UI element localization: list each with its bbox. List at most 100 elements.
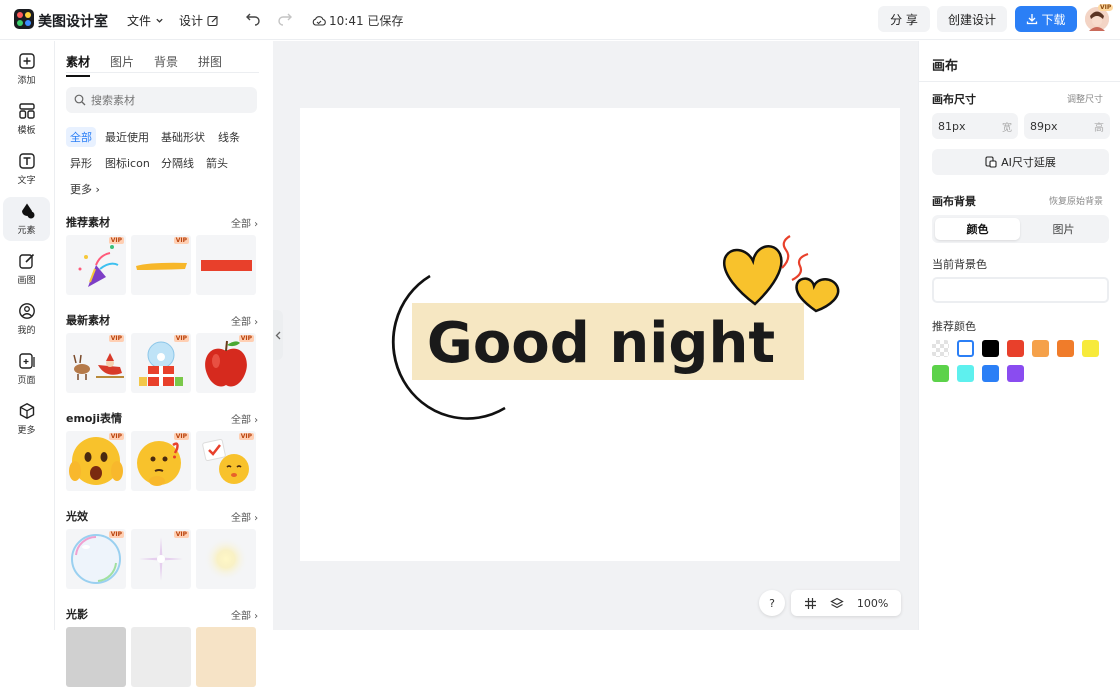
rail-item-elements[interactable]: 元素 <box>3 197 50 241</box>
color-swatch[interactable] <box>932 365 949 382</box>
top-bar: 美图设计室 文件 设计 10:41 已保存 分 享 创建设计 下载 VIP <box>0 0 1120 40</box>
color-swatch[interactable] <box>957 365 974 382</box>
good-night-text[interactable]: Good night <box>427 311 775 376</box>
asset-thumb-shadow[interactable] <box>131 627 191 687</box>
asset-thumb-sparkle[interactable]: VIP <box>131 529 191 589</box>
color-swatch[interactable] <box>957 340 974 357</box>
section-title: 最新素材 <box>66 314 110 327</box>
seg-image[interactable]: 图片 <box>1021 218 1106 240</box>
zoom-level[interactable]: 100% <box>857 597 888 610</box>
see-all-link[interactable]: 全部 › <box>231 607 258 622</box>
asset-panel: 素材 图片 背景 拼图 全部 最近使用 基础形状 线条 异形 图标icon 分隔… <box>55 41 273 687</box>
heart-large-shape[interactable] <box>722 245 783 306</box>
file-menu-label: 文件 <box>127 14 152 28</box>
rail-item-add[interactable]: 添加 <box>3 47 50 91</box>
search-input[interactable] <box>91 93 241 107</box>
undo-icon[interactable] <box>245 10 261 26</box>
see-all-link[interactable]: 全部 › <box>231 215 258 230</box>
ai-resize-label: AI尺寸延展 <box>1001 156 1056 169</box>
tab-images[interactable]: 图片 <box>110 53 134 77</box>
layers-icon[interactable] <box>829 597 844 610</box>
asset-thumb-reindeer-sleigh[interactable]: VIP <box>66 333 126 393</box>
avatar[interactable]: VIP <box>1085 4 1114 31</box>
chip-recent[interactable]: 最近使用 <box>101 127 153 147</box>
width-field[interactable]: 81px 宽 <box>932 113 1018 139</box>
color-swatch[interactable] <box>1007 340 1024 357</box>
rail-item-more[interactable]: 更多 <box>3 397 50 441</box>
recommend-color-label: 推荐颜色 <box>932 320 976 333</box>
asset-thumb-emoji-sign[interactable]: VIP <box>196 431 256 491</box>
height-value[interactable]: 89px <box>1030 120 1058 133</box>
asset-thumb-emoji-shocked[interactable]: VIP <box>66 431 126 491</box>
text-icon <box>18 153 35 169</box>
ai-expand-icon <box>985 156 997 168</box>
share-button[interactable]: 分 享 <box>878 6 930 32</box>
rail-item-pages[interactable]: 页面 <box>3 347 50 391</box>
vip-tag: VIP <box>238 433 254 440</box>
red-bar-image <box>201 260 252 271</box>
color-swatch[interactable] <box>932 340 949 357</box>
seg-color[interactable]: 颜色 <box>935 218 1020 240</box>
resize-link[interactable]: 调整尺寸 <box>1067 92 1103 105</box>
see-all-link[interactable]: 全部 › <box>231 411 258 426</box>
rail-item-text[interactable]: 文字 <box>3 147 50 191</box>
chip-more[interactable]: 更多 › <box>66 179 104 199</box>
height-field[interactable]: 89px 高 <box>1024 113 1110 139</box>
asset-thumb-shadow[interactable] <box>66 627 126 687</box>
restore-bg-link[interactable]: 恢复原始背景 <box>1049 194 1103 207</box>
cube-icon <box>19 403 34 419</box>
color-swatch[interactable] <box>1007 365 1024 382</box>
see-all-link[interactable]: 全部 › <box>231 313 258 328</box>
chip-basic-shapes[interactable]: 基础形状 <box>157 127 209 147</box>
properties-panel: 画布 画布尺寸 调整尺寸 81px 宽 89px 高 AI尺寸延展 画布背景 恢… <box>918 41 1120 630</box>
redo-icon[interactable] <box>277 10 293 26</box>
rail-item-templates[interactable]: 模板 <box>3 97 50 141</box>
rail-item-mine[interactable]: 我的 <box>3 297 50 341</box>
asset-thumb-shadow[interactable] <box>196 627 256 687</box>
help-button[interactable]: ? <box>759 590 785 616</box>
see-all-link[interactable]: 全部 › <box>231 509 258 524</box>
file-menu[interactable]: 文件 <box>127 12 164 29</box>
ai-resize-button[interactable]: AI尺寸延展 <box>932 149 1109 175</box>
rail-item-draw[interactable]: 画图 <box>3 247 50 291</box>
search-box[interactable] <box>66 87 257 113</box>
design-menu-label: 设计 <box>179 14 204 28</box>
thinking-emoji-image <box>137 441 181 486</box>
asset-thumb-red-bar[interactable] <box>196 235 256 295</box>
app-logo-icon[interactable] <box>14 9 34 29</box>
design-menu[interactable]: 设计 <box>179 12 219 29</box>
color-swatch[interactable] <box>982 365 999 382</box>
color-swatch[interactable] <box>1057 340 1074 357</box>
current-bg-color-field[interactable] <box>932 277 1109 303</box>
chip-icons[interactable]: 图标icon <box>101 153 154 173</box>
width-value[interactable]: 81px <box>938 120 966 133</box>
chip-arrows[interactable]: 箭头 <box>202 153 232 173</box>
chip-dividers[interactable]: 分隔线 <box>157 153 198 173</box>
yellow-glow-image <box>204 537 248 581</box>
asset-thumb-emoji-thinking[interactable]: VIP <box>131 431 191 491</box>
download-button[interactable]: 下载 <box>1015 6 1077 32</box>
asset-thumb-glow[interactable] <box>196 529 256 589</box>
asset-thumb-snow-globe-gift[interactable]: VIP <box>131 333 191 393</box>
tab-backgrounds[interactable]: 背景 <box>154 53 178 77</box>
tab-collage[interactable]: 拼图 <box>198 53 222 77</box>
tab-materials[interactable]: 素材 <box>66 53 91 77</box>
asset-thumb-yellow-stroke[interactable]: VIP <box>131 235 191 295</box>
color-swatch[interactable] <box>1082 340 1099 357</box>
grid-hash-icon[interactable] <box>804 597 817 610</box>
rail-label: 更多 <box>17 426 36 436</box>
asset-thumb-bubble[interactable]: VIP <box>66 529 126 589</box>
design-canvas[interactable]: Good night <box>300 108 900 561</box>
asset-thumb-apple[interactable]: VIP <box>196 333 256 393</box>
create-design-label: 创建设计 <box>947 12 996 27</box>
chip-lines[interactable]: 线条 <box>214 127 244 147</box>
color-swatch[interactable] <box>982 340 999 357</box>
asset-thumb-party-popper[interactable]: VIP <box>66 235 126 295</box>
chip-irregular[interactable]: 异形 <box>66 153 96 173</box>
chip-all[interactable]: 全部 <box>66 127 96 147</box>
shocked-emoji-image <box>69 437 123 485</box>
create-design-button[interactable]: 创建设计 <box>937 6 1007 32</box>
collapse-panel-handle[interactable] <box>273 310 283 360</box>
vip-tag: VIP <box>108 531 124 538</box>
color-swatch[interactable] <box>1032 340 1049 357</box>
